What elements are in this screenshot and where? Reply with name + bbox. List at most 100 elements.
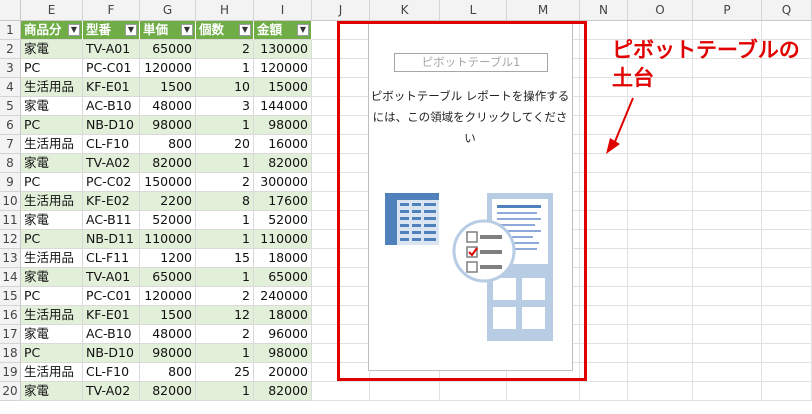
table-cell[interactable]: TV-A01 xyxy=(83,40,140,59)
table-cell[interactable]: NB-D11 xyxy=(83,230,140,249)
column-header-m[interactable]: M xyxy=(507,0,580,21)
cell[interactable] xyxy=(762,173,812,192)
table-cell[interactable]: NB-D10 xyxy=(83,344,140,363)
table-cell[interactable]: 120000 xyxy=(254,59,312,78)
table-cell[interactable]: 12 xyxy=(196,306,254,325)
row-header-18[interactable]: 18 xyxy=(0,344,21,363)
cell[interactable] xyxy=(580,287,628,306)
table-cell[interactable]: 2 xyxy=(196,173,254,192)
column-header-k[interactable]: K xyxy=(370,0,440,21)
filter-dropdown-icon[interactable]: ▼ xyxy=(68,24,80,36)
table-cell[interactable]: 98000 xyxy=(254,344,312,363)
table-cell[interactable]: 生活用品 xyxy=(21,249,83,268)
table-cell[interactable]: AC-B10 xyxy=(83,97,140,116)
table-cell[interactable]: 120000 xyxy=(140,59,196,78)
row-header-17[interactable]: 17 xyxy=(0,325,21,344)
table-cell[interactable]: PC-C01 xyxy=(83,287,140,306)
cell[interactable] xyxy=(628,249,693,268)
cell[interactable] xyxy=(580,382,628,401)
cell[interactable] xyxy=(628,306,693,325)
table-cell[interactable]: 98000 xyxy=(140,116,196,135)
table-cell[interactable]: 1 xyxy=(196,154,254,173)
cell[interactable] xyxy=(762,268,812,287)
table-cell[interactable]: AC-B11 xyxy=(83,211,140,230)
table-header-4[interactable]: 個数 ▼ xyxy=(196,21,254,40)
filter-dropdown-icon[interactable]: ▼ xyxy=(239,24,251,36)
table-cell[interactable]: 2 xyxy=(196,287,254,306)
cell[interactable] xyxy=(628,268,693,287)
column-header-l[interactable]: L xyxy=(440,0,507,21)
table-cell[interactable]: 20 xyxy=(196,135,254,154)
cell[interactable] xyxy=(693,287,762,306)
column-header-g[interactable]: G xyxy=(140,0,196,21)
cell[interactable] xyxy=(693,382,762,401)
column-header-j[interactable]: J xyxy=(312,0,370,21)
table-cell[interactable]: 1 xyxy=(196,59,254,78)
row-header-6[interactable]: 6 xyxy=(0,116,21,135)
cell[interactable] xyxy=(762,287,812,306)
cell[interactable] xyxy=(580,306,628,325)
table-cell[interactable]: CL-F11 xyxy=(83,249,140,268)
table-cell[interactable]: 家電 xyxy=(21,40,83,59)
cell[interactable] xyxy=(580,173,628,192)
row-header-19[interactable]: 19 xyxy=(0,363,21,382)
row-header-2[interactable]: 2 xyxy=(0,40,21,59)
table-cell[interactable]: 120000 xyxy=(140,287,196,306)
table-cell[interactable]: 16000 xyxy=(254,135,312,154)
cell[interactable] xyxy=(693,344,762,363)
cell[interactable] xyxy=(580,268,628,287)
cell[interactable] xyxy=(312,382,370,401)
table-cell[interactable]: 生活用品 xyxy=(21,192,83,211)
cell[interactable] xyxy=(762,192,812,211)
cell[interactable] xyxy=(693,325,762,344)
table-cell[interactable]: 82000 xyxy=(140,382,196,401)
column-header-o[interactable]: O xyxy=(628,0,693,21)
cell[interactable] xyxy=(628,287,693,306)
table-cell[interactable]: 1 xyxy=(196,116,254,135)
row-header-10[interactable]: 10 xyxy=(0,192,21,211)
row-header-3[interactable]: 3 xyxy=(0,59,21,78)
table-cell[interactable]: TV-A02 xyxy=(83,382,140,401)
cell[interactable] xyxy=(628,173,693,192)
table-cell[interactable]: 130000 xyxy=(254,40,312,59)
table-cell[interactable]: 1 xyxy=(196,211,254,230)
cell[interactable] xyxy=(628,192,693,211)
cell[interactable] xyxy=(693,230,762,249)
table-cell[interactable]: KF-E02 xyxy=(83,192,140,211)
table-cell[interactable]: TV-A01 xyxy=(83,268,140,287)
row-header-5[interactable]: 5 xyxy=(0,97,21,116)
table-cell[interactable]: CL-F10 xyxy=(83,135,140,154)
row-header-11[interactable]: 11 xyxy=(0,211,21,230)
table-cell[interactable]: PC xyxy=(21,344,83,363)
table-header-1[interactable]: 商品分 ▼ xyxy=(21,21,83,40)
table-cell[interactable]: 800 xyxy=(140,363,196,382)
table-cell[interactable]: 240000 xyxy=(254,287,312,306)
cell[interactable] xyxy=(628,211,693,230)
column-header-n[interactable]: N xyxy=(580,0,628,21)
table-cell[interactable]: 300000 xyxy=(254,173,312,192)
table-cell[interactable]: 8 xyxy=(196,192,254,211)
table-cell[interactable]: PC xyxy=(21,230,83,249)
row-header-16[interactable]: 16 xyxy=(0,306,21,325)
table-cell[interactable]: 生活用品 xyxy=(21,78,83,97)
cell[interactable] xyxy=(762,306,812,325)
table-cell[interactable]: 82000 xyxy=(254,154,312,173)
table-cell[interactable]: PC xyxy=(21,173,83,192)
row-header-14[interactable]: 14 xyxy=(0,268,21,287)
column-header-h[interactable]: H xyxy=(196,0,254,21)
cell[interactable] xyxy=(762,325,812,344)
table-cell[interactable]: 10 xyxy=(196,78,254,97)
table-cell[interactable]: 生活用品 xyxy=(21,135,83,154)
table-cell[interactable]: 2 xyxy=(196,325,254,344)
table-cell[interactable]: 15000 xyxy=(254,78,312,97)
column-header-e[interactable]: E xyxy=(21,0,83,21)
cell[interactable] xyxy=(762,344,812,363)
cell[interactable] xyxy=(693,363,762,382)
cell[interactable] xyxy=(762,230,812,249)
row-header-4[interactable]: 4 xyxy=(0,78,21,97)
cell[interactable] xyxy=(580,211,628,230)
cell[interactable] xyxy=(693,173,762,192)
table-cell[interactable]: 3 xyxy=(196,97,254,116)
table-cell[interactable]: 1200 xyxy=(140,249,196,268)
cell[interactable] xyxy=(693,268,762,287)
